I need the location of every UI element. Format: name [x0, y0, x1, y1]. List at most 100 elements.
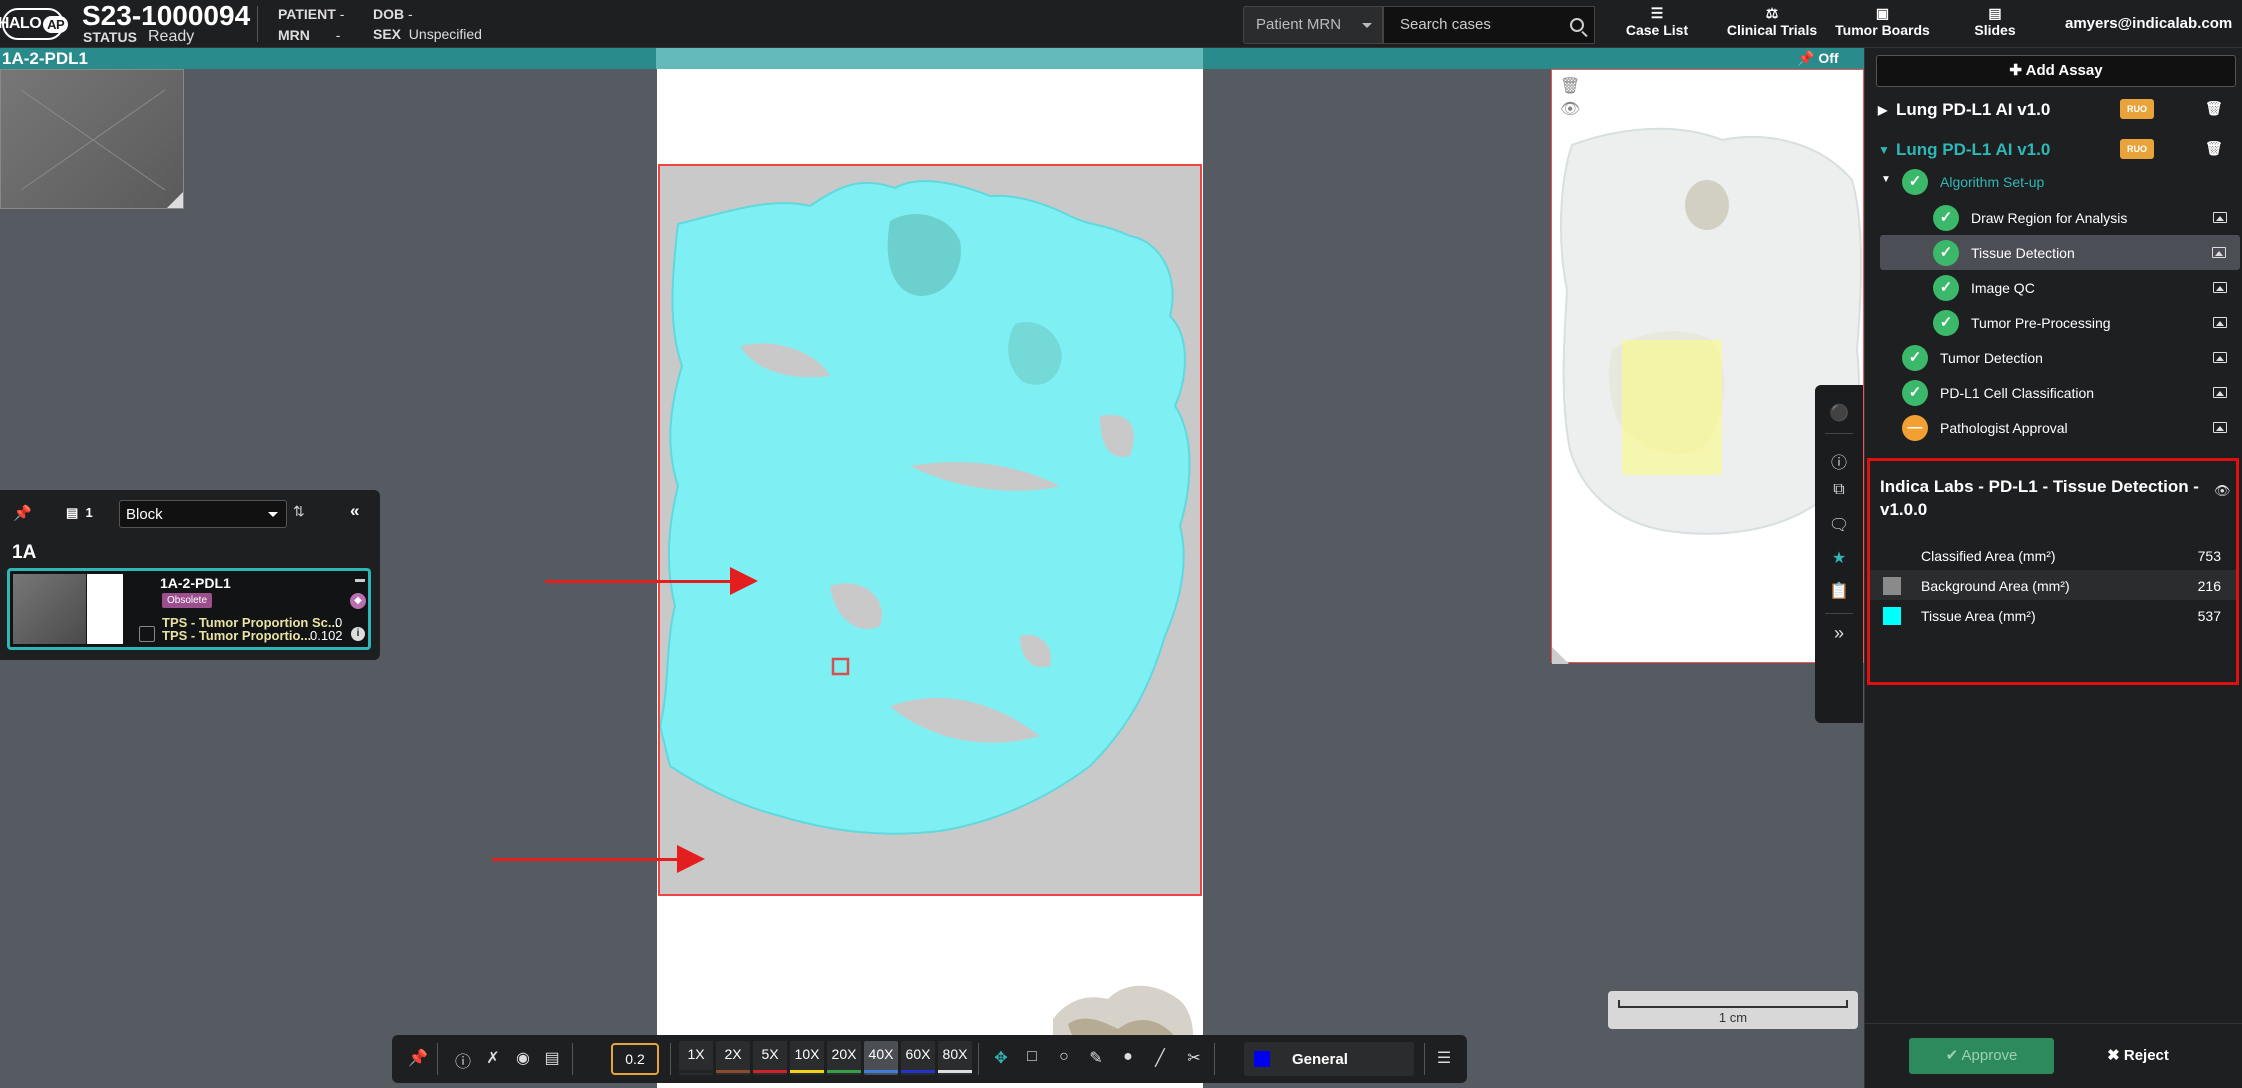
zoom-1x-button[interactable]: 1X	[679, 1041, 713, 1075]
user-menu[interactable]: amyers@indicalab.com	[2065, 15, 2232, 32]
color-swatch	[1883, 607, 1901, 625]
trash-icon[interactable]: 🗑	[2205, 100, 2223, 117]
step-tumor-detection[interactable]: ✓ Tumor Detection	[1865, 340, 2242, 375]
tag-icon[interactable]: ◆	[350, 593, 366, 609]
assay-item[interactable]: ▶ Lung PD-L1 AI v1.0 RUO 🗑	[1865, 95, 2242, 125]
check-icon: ✓	[1902, 345, 1928, 371]
search-icon[interactable]	[1570, 18, 1584, 32]
check-icon: ✓	[1902, 169, 1928, 195]
halo-ap-logo[interactable]: HALO AP	[0, 8, 69, 40]
info-icon[interactable]: i	[351, 627, 365, 641]
annotation-arrow	[545, 567, 758, 595]
pending-icon: —	[1902, 415, 1928, 441]
step-tumor-pre-processing[interactable]: ✓ Tumor Pre-Processing	[1865, 305, 2242, 340]
metric-label: TPS - Tumor Proportio...	[162, 628, 312, 643]
step-tissue-detection[interactable]: ✓ Tissue Detection	[1880, 235, 2240, 270]
help-icon[interactable]: ⓘ	[451, 1048, 475, 1072]
opacity-value[interactable]: 0.2	[611, 1043, 659, 1075]
search-type-select[interactable]: Patient MRN	[1243, 6, 1383, 44]
dob-label: DOB	[373, 6, 405, 22]
approve-button[interactable]: ✔ Approve	[1909, 1038, 2054, 1074]
collapse-icon[interactable]: «	[350, 501, 359, 521]
zoom-10x-button[interactable]: 10X	[790, 1041, 824, 1075]
annotation-class-select[interactable]: General	[1244, 1042, 1414, 1076]
zoom-60x-button[interactable]: 60X	[901, 1041, 935, 1075]
result-row: Background Area (mm²) 216	[1870, 570, 2236, 600]
overlay-toggle[interactable]: 📌 Off	[1797, 50, 1839, 67]
image-icon[interactable]	[2213, 212, 2227, 223]
nav-tumor-boards[interactable]: ▣ Tumor Boards	[1835, 4, 1930, 44]
slide-thumbnail	[13, 574, 86, 644]
slide-checkbox[interactable]	[139, 626, 155, 642]
check-icon: ✓	[1933, 275, 1959, 301]
step-draw-region[interactable]: ✓ Draw Region for Analysis	[1865, 200, 2242, 235]
overview-thumbnail[interactable]	[0, 69, 184, 209]
class-color-swatch	[1254, 1051, 1270, 1067]
scissors-icon[interactable]: ✂	[1182, 1048, 1206, 1068]
group-by-select[interactable]: Block	[119, 500, 287, 528]
image-icon[interactable]	[2213, 352, 2227, 363]
reject-button[interactable]: ✖ Reject	[2093, 1038, 2183, 1074]
caret-down-icon[interactable]: ▼	[1878, 143, 1890, 157]
pin-icon[interactable]: ⚫	[1815, 403, 1863, 423]
assay-panel: ✚ Add Assay ▶ Lung PD-L1 AI v1.0 RUO 🗑 ▼…	[1864, 48, 2242, 1088]
board-icon: ▣	[1875, 5, 1890, 21]
zoom-40x-button[interactable]: 40X	[864, 1041, 898, 1075]
step-pdl1-cell-classification[interactable]: ✓ PD-L1 Cell Classification	[1865, 375, 2242, 410]
sort-icon[interactable]: ⇅	[293, 503, 305, 520]
clipboard-icon[interactable]: 📋	[1815, 581, 1863, 601]
step-pathologist-approval[interactable]: — Pathologist Approval	[1865, 410, 2242, 445]
step-algorithm-setup[interactable]: ▼ ✓ Algorithm Set-up	[1865, 164, 2242, 199]
menu-icon[interactable]	[355, 579, 365, 582]
pin-icon[interactable]: 📌	[406, 1048, 430, 1068]
hierarchy-icon[interactable]: ★	[1815, 548, 1863, 568]
slide-count: ▤ 1	[66, 505, 93, 520]
compare-icon[interactable]: ⧉	[1815, 481, 1863, 499]
image-icon[interactable]	[2213, 282, 2227, 293]
caret-down-icon[interactable]: ▼	[1881, 174, 1891, 185]
assay-item[interactable]: ▼ Lung PD-L1 AI v1.0 RUO 🗑	[1865, 135, 2242, 165]
sex-value: Unspecified	[408, 26, 482, 42]
pen-icon[interactable]: ✎	[1084, 1048, 1108, 1068]
image-icon[interactable]	[2213, 317, 2227, 328]
search-input[interactable]: Search cases	[1383, 6, 1595, 44]
zoom-5x-button[interactable]: 5X	[753, 1041, 787, 1075]
zoom-80x-button[interactable]: 80X	[938, 1041, 972, 1075]
add-assay-button[interactable]: ✚ Add Assay	[1876, 55, 2236, 87]
caret-right-icon[interactable]: ▶	[1878, 103, 1887, 117]
image-icon[interactable]: ▤	[540, 1048, 564, 1068]
unlink-icon[interactable]: ✗	[481, 1048, 505, 1068]
info-icon[interactable]: ⓘ	[1815, 449, 1863, 473]
step-image-qc[interactable]: ✓ Image QC	[1865, 270, 2242, 305]
image-icon[interactable]	[2213, 422, 2227, 433]
image-icon[interactable]	[2212, 247, 2226, 258]
settings-sliders-icon[interactable]: ☰	[1432, 1048, 1456, 1068]
camera-icon[interactable]: ◉	[511, 1048, 535, 1068]
expand-icon[interactable]: »	[1815, 623, 1863, 644]
image-icon[interactable]	[2213, 387, 2227, 398]
pin-icon[interactable]: 📌	[13, 504, 32, 522]
eye-icon[interactable]: 👁	[2214, 483, 2231, 499]
eye-icon[interactable]: 👁	[1560, 99, 1580, 119]
check-icon: ✓	[1933, 240, 1959, 266]
marker-icon[interactable]: ●	[1116, 1048, 1140, 1066]
zoom-20x-button[interactable]: 20X	[827, 1041, 861, 1075]
scale-bar: 1 cm	[1608, 991, 1858, 1029]
analysis-region[interactable]	[658, 164, 1202, 896]
status-badge: Obsolete	[162, 593, 213, 608]
trash-icon[interactable]: 🗑	[1560, 76, 1580, 96]
circle-icon[interactable]: ○	[1052, 1048, 1076, 1066]
trash-icon[interactable]: 🗑	[2205, 140, 2223, 157]
color-swatch	[1883, 577, 1901, 595]
nav-case-list[interactable]: ☰ Case List	[1617, 4, 1697, 44]
top-bar: HALO AP S23-1000094 STATUS Ready PATIENT …	[0, 0, 2242, 48]
zoom-2x-button[interactable]: 2X	[716, 1041, 750, 1075]
header-divider	[257, 6, 258, 42]
ruler-icon[interactable]: ╱	[1148, 1048, 1172, 1068]
nav-slides[interactable]: ▤ Slides	[1955, 4, 2035, 44]
comment-icon[interactable]: 🗨	[1815, 515, 1863, 535]
move-icon[interactable]: ✥	[989, 1048, 1013, 1068]
rectangle-icon[interactable]: □	[1020, 1048, 1044, 1066]
nav-clinical-trials[interactable]: ⚖ Clinical Trials	[1722, 4, 1822, 44]
slide-card[interactable]: 1A-2-PDL1 Obsolete TPS - Tumor Proportio…	[7, 568, 371, 650]
